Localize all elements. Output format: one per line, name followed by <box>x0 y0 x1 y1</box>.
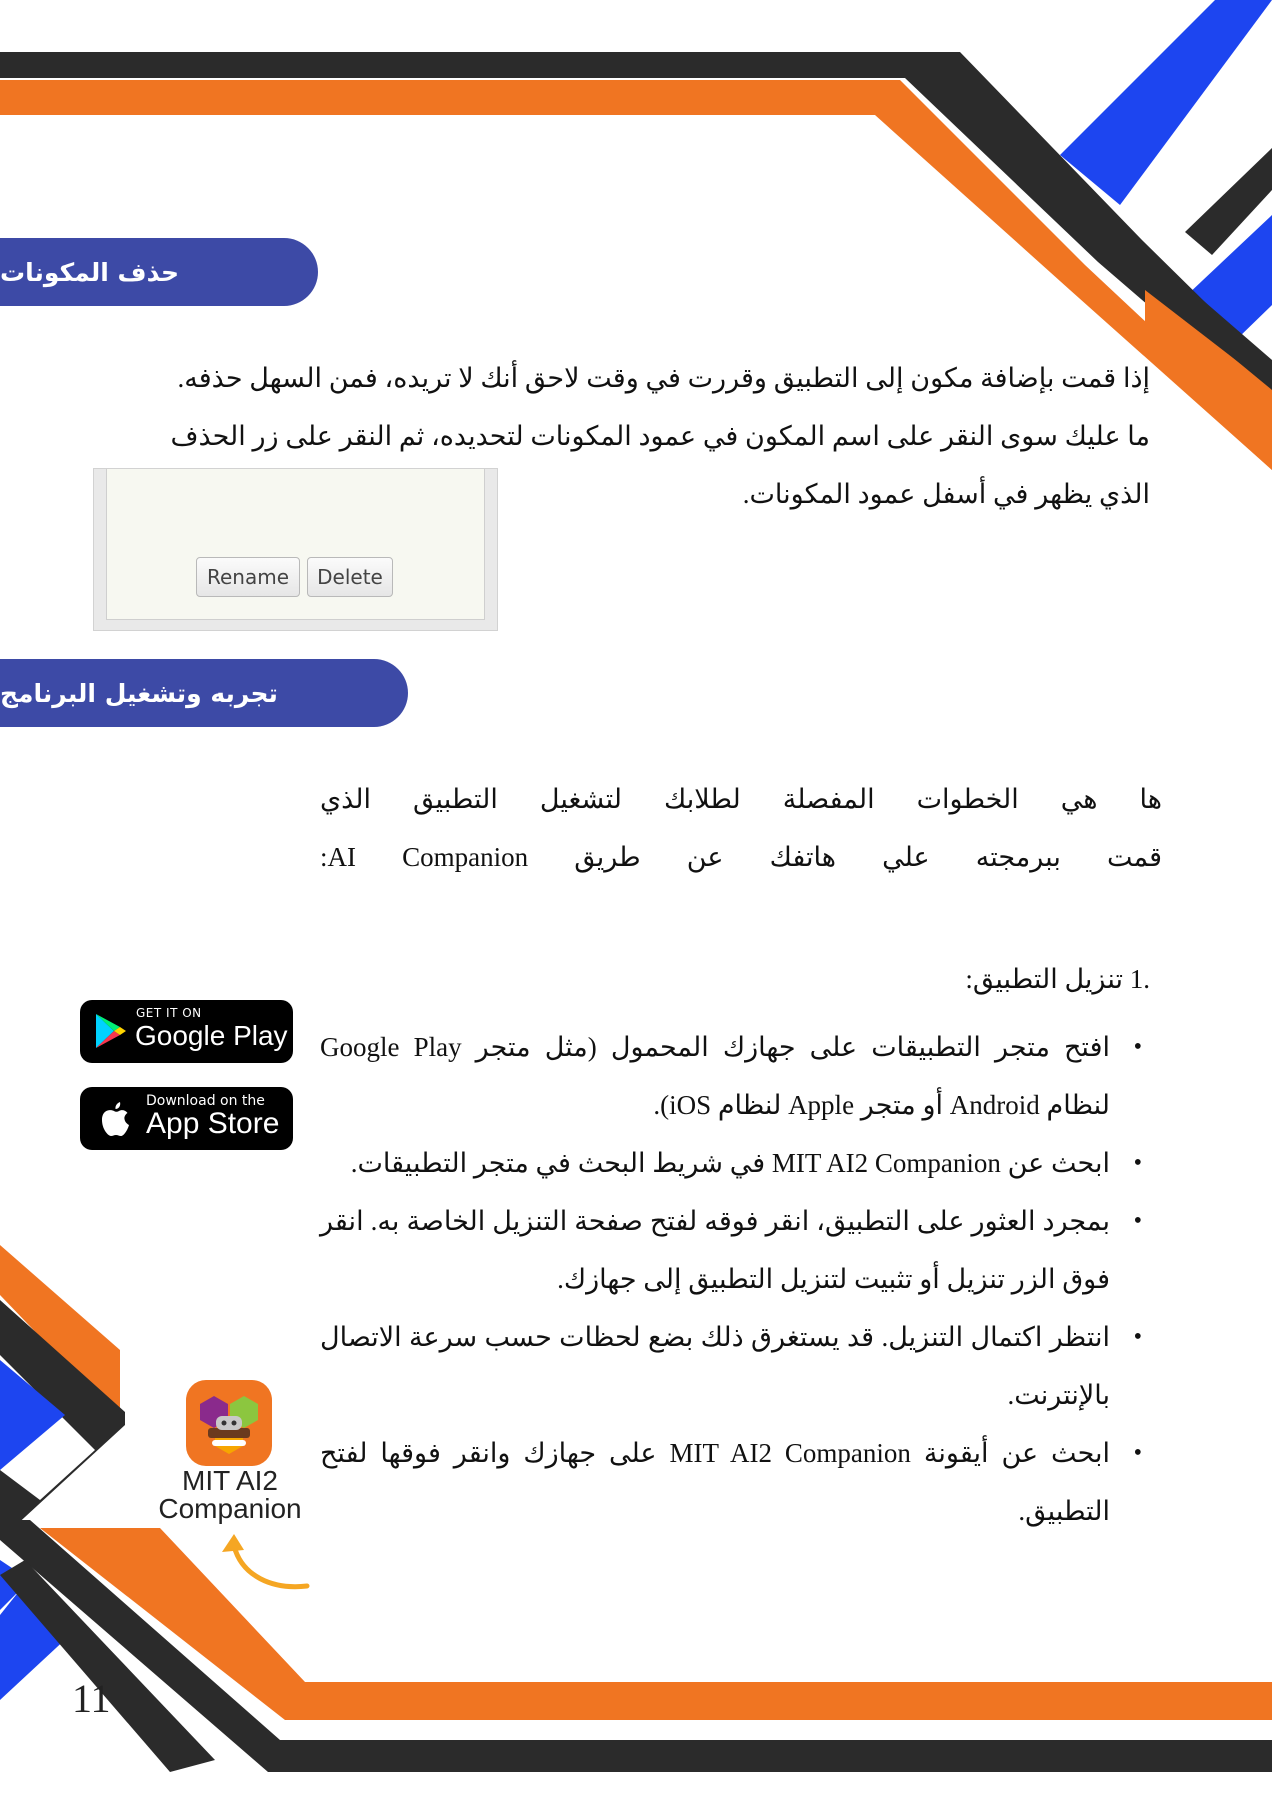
app-store-big-text: App Store <box>146 1107 280 1140</box>
page-number: 11 <box>72 1676 111 1721</box>
download-steps: .1 تنزيل التطبيق: افتح متجر التطبيقات عل… <box>320 950 1150 1540</box>
intro-paragraph-line-1: ها هي الخطوات المفصلة لطلابك لتشغيل التط… <box>320 784 1162 814</box>
ai2-companion-label: MIT AI2 Companion <box>150 1467 310 1523</box>
apple-icon <box>102 1102 129 1136</box>
list-item: افتح متجر التطبيقات على جهازك المحمول (م… <box>320 1018 1142 1134</box>
section-title-run-text: تجربه وتشغيل البرنامج <box>0 678 278 708</box>
google-play-badge[interactable]: GET IT ON Google Play <box>80 1000 293 1063</box>
components-panel-screenshot: Rename Delete <box>93 468 498 631</box>
delete-paragraph-line-1: إذا قمت بإضافة مكون إلى التطبيق وقررت في… <box>177 363 1150 393</box>
components-panel-inner: Rename Delete <box>106 469 485 620</box>
delete-paragraph-line-2: ما عليك سوى النقر على اسم المكون في عمود… <box>170 421 1150 451</box>
section-title-delete: حذف المكونات <box>0 238 318 306</box>
delete-button[interactable]: Delete <box>307 557 393 597</box>
google-play-small-text: GET IT ON <box>136 1006 202 1020</box>
ai2-label-line-2: Companion <box>158 1493 302 1524</box>
ai2-label-line-1: MIT AI2 <box>182 1465 278 1496</box>
google-play-big-text: Google Play <box>135 1020 288 1051</box>
list-item: انتظر اكتمال التنزيل. قد يستغرق ذلك بضع … <box>320 1308 1142 1424</box>
list-item: ابحث عن أيقونة MIT AI2 Companion على جها… <box>320 1424 1142 1540</box>
section-title-run: تجربه وتشغيل البرنامج <box>0 659 408 727</box>
step-title: .1 تنزيل التطبيق: <box>965 964 1150 994</box>
rename-button[interactable]: Rename <box>196 557 300 597</box>
curved-arrow-icon <box>222 1534 310 1590</box>
step-bullet-list: افتح متجر التطبيقات على جهازك المحمول (م… <box>320 1018 1150 1540</box>
app-store-badge[interactable]: Download on the App Store <box>80 1087 293 1150</box>
intro-paragraph: ها هي الخطوات المفصلة لطلابك لتشغيل التط… <box>320 770 1162 886</box>
google-play-icon <box>96 1014 126 1048</box>
section-title-delete-text: حذف المكونات <box>0 257 180 287</box>
intro-paragraph-line-2: قمت ببرمجته علي هاتفك عن طريق AI Compani… <box>320 842 1162 872</box>
list-item: بمجرد العثور على التطبيق، انقر فوقه لفتح… <box>320 1192 1142 1308</box>
ai2-companion-app-icon <box>186 1380 272 1466</box>
list-item: ابحث عن MIT AI2 Companion في شريط البحث … <box>320 1134 1142 1192</box>
